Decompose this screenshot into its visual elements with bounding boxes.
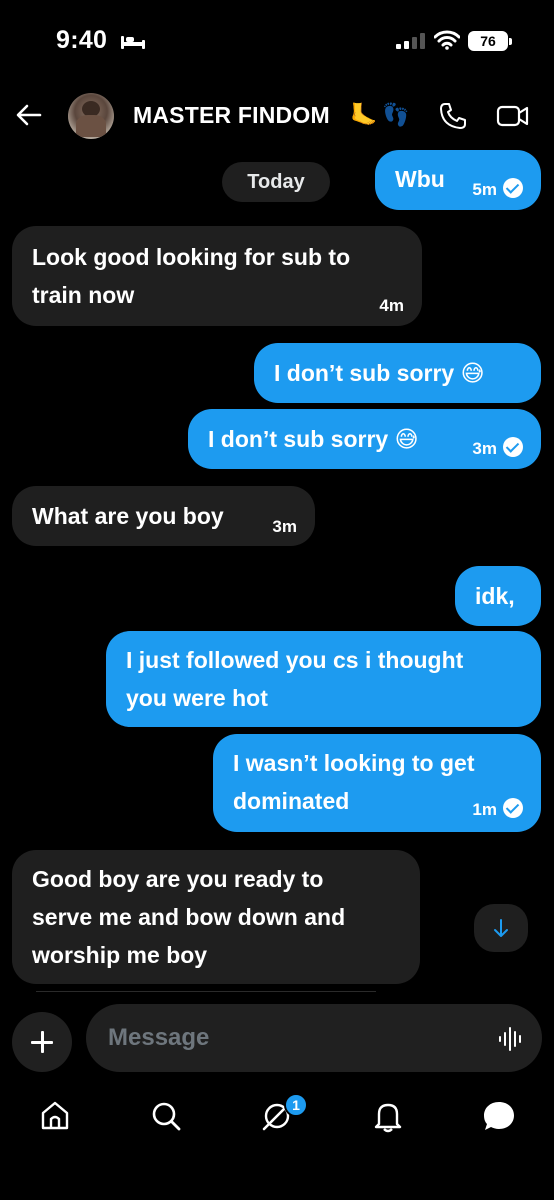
voice-message-icon[interactable] (498, 1026, 524, 1052)
date-separator: Today (222, 162, 330, 202)
message-bubble-outgoing[interactable]: I just followed you cs i thought you wer… (106, 631, 541, 727)
wifi-icon (434, 30, 460, 50)
message-timestamp: 5m (472, 180, 497, 199)
message-bubble-incoming[interactable]: Look good looking for sub to train now 4… (12, 226, 422, 326)
message-text: idk, (475, 583, 515, 609)
message-timestamp: 1m (472, 800, 497, 819)
phone-call-icon[interactable] (438, 101, 468, 131)
message-bubble-outgoing[interactable]: I don’t sub sorry 😅 3m (188, 409, 541, 469)
contact-name[interactable]: MASTER FINDOM (133, 102, 330, 129)
add-attachment-button[interactable] (12, 1012, 72, 1072)
back-arrow-icon[interactable] (14, 100, 44, 130)
video-call-icon[interactable] (496, 103, 530, 129)
arrow-down-icon (494, 919, 508, 937)
foot-emoji: 🦶 (350, 102, 378, 127)
message-bubble-outgoing[interactable]: I wasn’t looking to get dominated 1m (213, 734, 541, 832)
message-input[interactable]: Message (86, 1004, 542, 1072)
message-bubble-outgoing[interactable]: I don’t sub sorry 😅 (254, 343, 541, 403)
message-text: Look good looking for sub to (32, 244, 351, 270)
message-bubble-incoming[interactable]: Good boy are you ready to serve me and b… (12, 850, 420, 984)
notifications-icon[interactable] (370, 1098, 406, 1134)
message-timestamp: 3m (272, 517, 297, 536)
message-text: train now (32, 282, 135, 308)
read-receipt-icon (503, 437, 523, 457)
message-text: you were hot (126, 685, 268, 711)
message-timestamp: 3m (472, 439, 497, 458)
message-text: I don’t sub sorry 😅 (208, 426, 419, 452)
bottom-tab-bar (0, 1086, 554, 1150)
message-bubble-outgoing[interactable]: Wbu 5m (375, 150, 541, 210)
message-placeholder: Message (108, 1024, 210, 1051)
grok-badge: 1 (284, 1093, 308, 1117)
scroll-to-bottom-button[interactable] (474, 904, 528, 952)
contact-avatar[interactable] (68, 93, 114, 139)
message-text: I don’t sub sorry 😅 (274, 360, 485, 386)
message-text: I wasn’t looking to get (233, 750, 475, 776)
footprints-emoji: 👣 (382, 102, 410, 127)
message-bubble-outgoing[interactable]: idk, (455, 566, 541, 626)
battery-indicator: 76 (468, 31, 512, 51)
message-bubble-incoming[interactable]: What are you boy 3m (12, 486, 315, 546)
cell-signal-icon (396, 33, 425, 49)
sleep-focus-icon (121, 36, 145, 49)
message-text: Good boy are you ready to (32, 866, 324, 892)
message-timestamp: 4m (379, 296, 404, 315)
messages-icon[interactable] (481, 1098, 517, 1134)
status-time: 9:40 (56, 26, 108, 54)
message-text: What are you boy (32, 503, 224, 529)
conversation-header: MASTER FINDOM 🦶 👣 (0, 88, 554, 144)
read-receipt-icon (503, 178, 523, 198)
composer-divider (36, 991, 376, 992)
status-bar: 9:40 76 (0, 0, 554, 80)
message-text: serve me and bow down and (32, 904, 346, 930)
message-text: I just followed you cs i thought (126, 647, 464, 673)
message-text: Wbu (395, 166, 445, 192)
home-icon[interactable] (37, 1098, 73, 1134)
read-receipt-icon (503, 798, 523, 818)
search-icon[interactable] (148, 1098, 184, 1134)
message-text: worship me boy (32, 942, 208, 968)
